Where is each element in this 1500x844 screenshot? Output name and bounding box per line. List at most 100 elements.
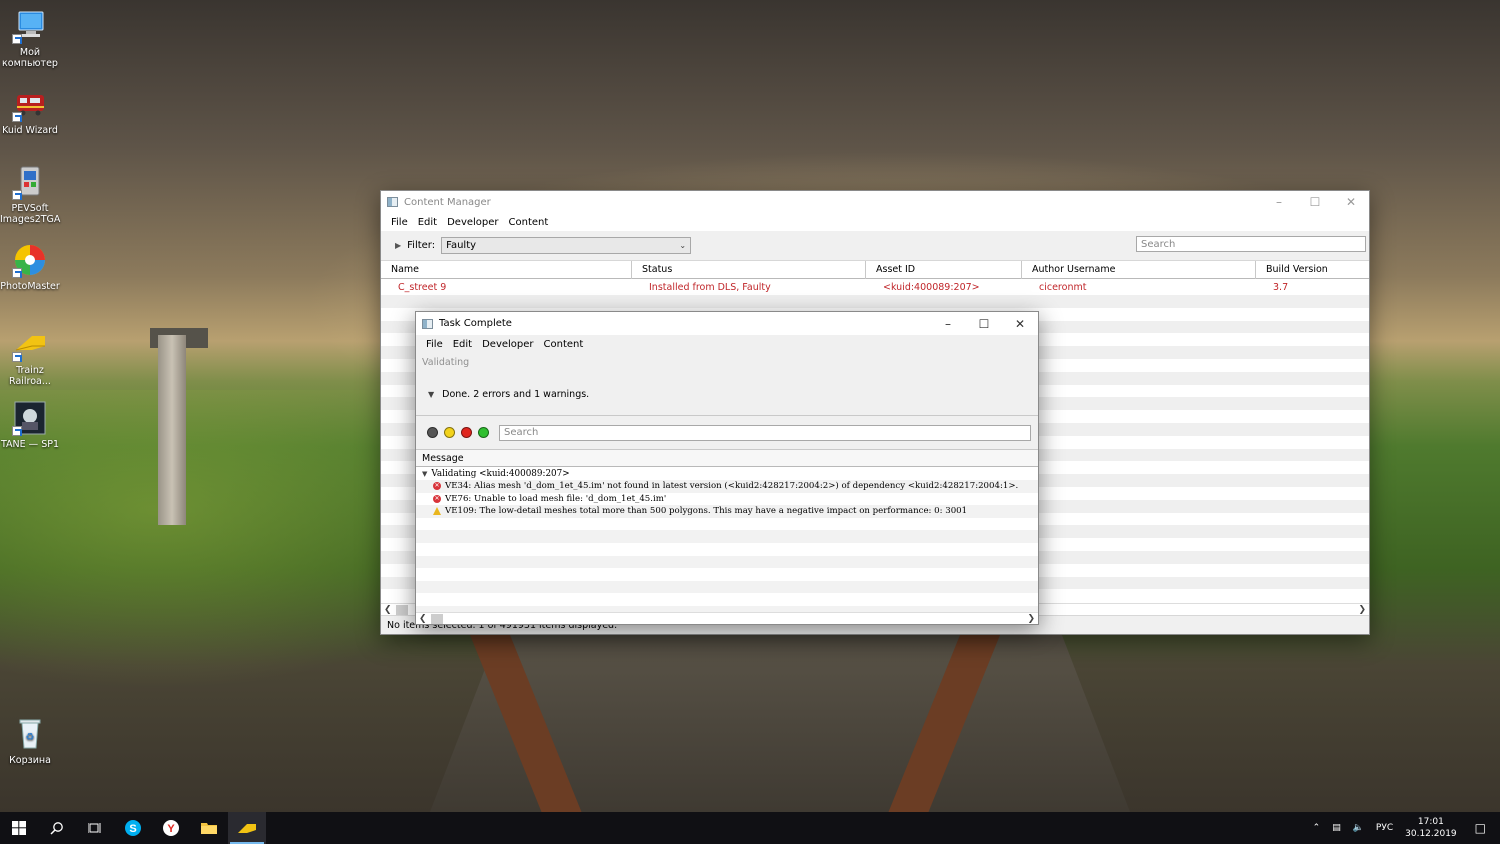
shortcut-arrow-icon — [12, 112, 22, 122]
warning-icon — [433, 507, 441, 516]
tree-root-label: Validating <kuid:400089:207> — [431, 468, 570, 479]
menu-developer[interactable]: Developer — [442, 217, 503, 228]
close-button[interactable]: ✕ — [1333, 191, 1369, 213]
cell-status: Installed from DLS, Faulty — [649, 281, 771, 293]
menu-file[interactable]: File — [386, 217, 413, 228]
menu-content[interactable]: Content — [504, 217, 554, 228]
task-view-icon — [88, 823, 101, 833]
filter-all-icon[interactable] — [427, 427, 438, 438]
task-result-text: Done. 2 errors and 1 warnings. — [442, 388, 590, 400]
task-summary: ▼ Done. 2 errors and 1 warnings. — [416, 373, 1038, 416]
svg-text:Y: Y — [167, 823, 175, 835]
windows-logo-icon — [12, 821, 26, 835]
search-input[interactable]: Search — [1136, 236, 1366, 252]
taskbar-trainz[interactable] — [228, 812, 266, 844]
desktop-icon-pevsoft[interactable]: PEVSoft Images2TGA — [0, 164, 60, 225]
desktop-icon-label: Kuid Wizard — [2, 125, 58, 136]
maximize-button[interactable]: ☐ — [1297, 191, 1333, 213]
train-icon — [12, 86, 48, 122]
clock[interactable]: 17:01 30.12.2019 — [1405, 816, 1457, 840]
message-filter-bar: Search — [416, 416, 1038, 450]
minimize-button[interactable]: – — [1261, 191, 1297, 213]
taskbar-yandex-browser[interactable]: Y — [152, 812, 190, 844]
chevron-up-icon[interactable]: ⌃ — [1313, 823, 1321, 833]
search-icon — [50, 822, 63, 835]
folder-icon — [201, 823, 217, 834]
maximize-button[interactable]: ☐ — [966, 313, 1002, 335]
svg-text:♻: ♻ — [26, 732, 35, 743]
start-button[interactable] — [0, 812, 38, 844]
filter-errors-icon[interactable] — [461, 427, 472, 438]
message-search-input[interactable]: Search — [499, 424, 1031, 441]
shortcut-arrow-icon — [12, 190, 22, 200]
filter-warnings-icon[interactable] — [444, 427, 455, 438]
scroll-thumb[interactable] — [395, 604, 408, 615]
menu-developer[interactable]: Developer — [477, 339, 538, 350]
desktop-icon-recycle-bin[interactable]: ♻ Корзина — [0, 716, 60, 766]
column-header-status[interactable]: Status — [632, 260, 866, 279]
column-header-asset-id[interactable]: Asset ID — [866, 260, 1022, 279]
message-text: VE34: Alias mesh 'd_dom_1et_45.im' not f… — [445, 481, 1019, 492]
list-item[interactable]: ✕ VE76: Unable to load mesh file: 'd_dom… — [416, 493, 1038, 506]
scroll-right-icon[interactable]: ❯ — [1027, 614, 1035, 624]
column-header-name[interactable]: Name — [381, 260, 632, 279]
search-placeholder: Search — [1141, 238, 1176, 250]
desktop-icon-kuid-wizard[interactable]: Kuid Wizard — [0, 86, 60, 136]
notification-center-icon[interactable]: □ — [1475, 821, 1486, 835]
menu-edit[interactable]: Edit — [413, 217, 442, 228]
column-header-build-version[interactable]: Build Version — [1256, 261, 1369, 279]
close-button[interactable]: ✕ — [1002, 313, 1038, 335]
content-manager-titlebar[interactable]: Content Manager – ☐ ✕ — [381, 191, 1369, 213]
chevron-down-icon: ⌄ — [679, 241, 687, 250]
task-name-label: Validating — [416, 353, 1038, 373]
close-icon: ✕ — [1014, 316, 1026, 331]
taskbar: S Y ⌃ ▤ 🔈 РУС 17:01 30.12.2019 □ — [0, 812, 1500, 844]
tree-expand-icon[interactable]: ▼ — [422, 470, 427, 478]
column-header-author[interactable]: Author Username — [1022, 260, 1256, 279]
desktop-icon-tane[interactable]: TANE — SP1 — [0, 400, 60, 450]
task-complete-window: Task Complete – ☐ ✕ File Edit Developer … — [415, 311, 1039, 625]
network-icon[interactable]: ▤ — [1332, 823, 1341, 833]
search-button[interactable] — [38, 812, 76, 844]
asset-table-header: Name Status Asset ID Author Username Bui… — [381, 260, 1369, 279]
scroll-right-icon[interactable]: ❯ — [1358, 605, 1366, 615]
horizontal-scrollbar[interactable]: ❮ ❯ — [416, 612, 1038, 624]
volume-icon[interactable]: 🔈 — [1353, 823, 1364, 833]
menu-content[interactable]: Content — [539, 339, 589, 350]
close-icon: ✕ — [1345, 195, 1357, 209]
table-row[interactable]: C_street 9 Installed from DLS, Faulty <k… — [381, 279, 1369, 295]
filter-select[interactable]: Faulty ⌄ — [441, 237, 692, 254]
task-view-button[interactable] — [76, 812, 114, 844]
recycle-bin-icon: ♻ — [12, 716, 48, 752]
filter-selected-value: Faulty — [446, 240, 477, 251]
message-column-header[interactable]: Message — [416, 450, 1038, 467]
filter-ok-icon[interactable] — [478, 427, 489, 438]
input-language[interactable]: РУС — [1376, 823, 1393, 833]
list-item[interactable]: ✕ VE34: Alias mesh 'd_dom_1et_45.im' not… — [416, 480, 1038, 493]
collapse-icon[interactable]: ▼ — [428, 390, 434, 399]
scroll-thumb[interactable] — [430, 613, 443, 624]
cell-author: ciceronmt — [1039, 281, 1087, 293]
desktop-icon-label: Trainz Railroa... — [9, 365, 51, 387]
search-placeholder: Search — [504, 427, 539, 438]
taskbar-skype[interactable]: S — [114, 812, 152, 844]
task-complete-titlebar[interactable]: Task Complete – ☐ ✕ — [416, 312, 1038, 335]
message-list: ✕ VE34: Alias mesh 'd_dom_1et_45.im' not… — [416, 480, 1038, 518]
desktop-icon-my-computer[interactable]: Мой компьютер — [0, 8, 60, 69]
desktop-icon-photomaster[interactable]: PhotoMaster — [0, 242, 60, 292]
desktop-icon-trainz[interactable]: Trainz Railroa... — [0, 326, 60, 387]
list-item[interactable]: VE109: The low-detail meshes total more … — [416, 505, 1038, 518]
scroll-left-icon[interactable]: ❮ — [384, 605, 392, 615]
scroll-left-icon[interactable]: ❮ — [419, 614, 427, 624]
menu-edit[interactable]: Edit — [448, 339, 477, 350]
yandex-browser-icon: Y — [163, 820, 179, 836]
minimize-button[interactable]: – — [930, 313, 966, 335]
error-icon: ✕ — [433, 494, 441, 503]
menu-bar: File Edit Developer Content — [381, 213, 1369, 231]
clock-date: 30.12.2019 — [1405, 829, 1457, 839]
taskbar-file-explorer[interactable] — [190, 812, 228, 844]
message-text: VE109: The low-detail meshes total more … — [445, 506, 968, 517]
expand-filter-icon[interactable]: ▶ — [395, 241, 401, 250]
menu-file[interactable]: File — [421, 339, 448, 350]
tree-root-item[interactable]: ▼ Validating <kuid:400089:207> — [416, 467, 1038, 480]
